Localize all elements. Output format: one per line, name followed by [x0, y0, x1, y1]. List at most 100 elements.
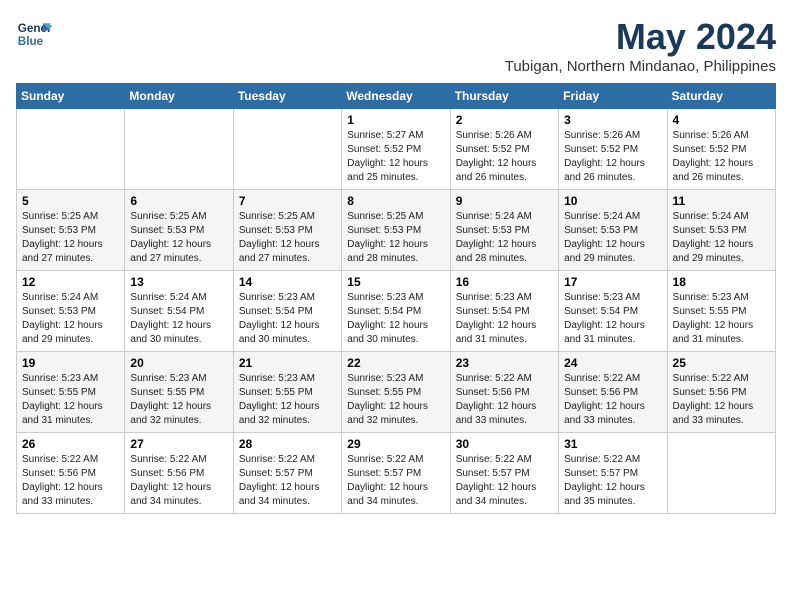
- calendar-cell: [17, 109, 125, 190]
- page-header: General Blue May 2024 Tubigan, Northern …: [16, 16, 776, 75]
- calendar-cell: 16 Sunrise: 5:23 AM Sunset: 5:54 PM Dayli…: [450, 271, 558, 352]
- day-number: 18: [673, 275, 770, 289]
- logo-icon: General Blue: [16, 16, 52, 52]
- calendar-cell: 10Sunrise: 5:24 AM Sunset: 5:53 PM Dayli…: [559, 190, 667, 271]
- header-thursday: Thursday: [450, 84, 558, 109]
- day-info: Sunrise: 5:22 AM Sunset: 5:56 PM Dayligh…: [130, 453, 227, 509]
- svg-text:Blue: Blue: [18, 35, 44, 48]
- header-saturday: Saturday: [667, 84, 775, 109]
- calendar-cell: [667, 433, 775, 514]
- day-info: Sunrise: 5:24 AM Sunset: 5:53 PM Dayligh…: [673, 210, 770, 266]
- day-number: 6: [130, 194, 227, 208]
- calendar-cell: 24 Sunrise: 5:22 AM Sunset: 5:56 PM Dayli…: [559, 352, 667, 433]
- day-number: 20: [130, 356, 227, 370]
- calendar-week-row: 26 Sunrise: 5:22 AM Sunset: 5:56 PM Dayli…: [17, 433, 776, 514]
- day-number: 1: [347, 113, 444, 127]
- day-number: 26: [22, 437, 119, 451]
- calendar-cell: 8 Sunrise: 5:25 AM Sunset: 5:53 PM Daylig…: [342, 190, 450, 271]
- calendar-cell: 14 Sunrise: 5:23 AM Sunset: 5:54 PM Dayli…: [233, 271, 341, 352]
- calendar-cell: 15Sunrise: 5:23 AM Sunset: 5:54 PM Dayli…: [342, 271, 450, 352]
- day-number: 28: [239, 437, 336, 451]
- calendar-cell: 6 Sunrise: 5:25 AM Sunset: 5:53 PM Daylig…: [125, 190, 233, 271]
- header-friday: Friday: [559, 84, 667, 109]
- calendar-cell: 19Sunrise: 5:23 AM Sunset: 5:55 PM Dayli…: [17, 352, 125, 433]
- day-info: Sunrise: 5:27 AM Sunset: 5:52 PM Dayligh…: [347, 129, 444, 185]
- day-info: Sunrise: 5:25 AM Sunset: 5:53 PM Dayligh…: [239, 210, 336, 266]
- calendar-cell: 17Sunrise: 5:23 AM Sunset: 5:54 PM Dayli…: [559, 271, 667, 352]
- day-info: Sunrise: 5:26 AM Sunset: 5:52 PM Dayligh…: [673, 129, 770, 185]
- logo: General Blue: [16, 16, 52, 52]
- day-info: Sunrise: 5:25 AM Sunset: 5:53 PM Dayligh…: [347, 210, 444, 266]
- day-number: 27: [130, 437, 227, 451]
- day-info: Sunrise: 5:22 AM Sunset: 5:56 PM Dayligh…: [456, 372, 553, 428]
- day-number: 25: [673, 356, 770, 370]
- day-info: Sunrise: 5:23 AM Sunset: 5:54 PM Dayligh…: [456, 291, 553, 347]
- day-number: 12: [22, 275, 119, 289]
- day-info: Sunrise: 5:23 AM Sunset: 5:54 PM Dayligh…: [239, 291, 336, 347]
- day-info: Sunrise: 5:22 AM Sunset: 5:56 PM Dayligh…: [564, 372, 661, 428]
- calendar-cell: 26Sunrise: 5:22 AM Sunset: 5:56 PM Dayli…: [17, 433, 125, 514]
- day-info: Sunrise: 5:23 AM Sunset: 5:55 PM Dayligh…: [347, 372, 444, 428]
- calendar-week-row: 5 Sunrise: 5:25 AM Sunset: 5:53 PM Daylig…: [17, 190, 776, 271]
- calendar-cell: 28 Sunrise: 5:22 AM Sunset: 5:57 PM Dayli…: [233, 433, 341, 514]
- day-number: 24: [564, 356, 661, 370]
- calendar-cell: 1 Sunrise: 5:27 AM Sunset: 5:52 PM Daylig…: [342, 109, 450, 190]
- day-number: 21: [239, 356, 336, 370]
- day-number: 8: [347, 194, 444, 208]
- day-info: Sunrise: 5:25 AM Sunset: 5:53 PM Dayligh…: [130, 210, 227, 266]
- calendar-cell: 12Sunrise: 5:24 AM Sunset: 5:53 PM Dayli…: [17, 271, 125, 352]
- day-number: 4: [673, 113, 770, 127]
- day-number: 29: [347, 437, 444, 451]
- calendar-cell: 25 Sunrise: 5:22 AM Sunset: 5:56 PM Dayli…: [667, 352, 775, 433]
- day-info: Sunrise: 5:23 AM Sunset: 5:55 PM Dayligh…: [22, 372, 119, 428]
- day-number: 31: [564, 437, 661, 451]
- calendar-cell: 23 Sunrise: 5:22 AM Sunset: 5:56 PM Dayli…: [450, 352, 558, 433]
- day-info: Sunrise: 5:22 AM Sunset: 5:56 PM Dayligh…: [673, 372, 770, 428]
- calendar-table: SundayMondayTuesdayWednesdayThursdayFrid…: [16, 83, 776, 514]
- day-number: 14: [239, 275, 336, 289]
- title-section: May 2024 Tubigan, Northern Mindanao, Phi…: [505, 16, 776, 75]
- day-info: Sunrise: 5:22 AM Sunset: 5:57 PM Dayligh…: [456, 453, 553, 509]
- calendar-cell: 31 Sunrise: 5:22 AM Sunset: 5:57 PM Dayli…: [559, 433, 667, 514]
- header-monday: Monday: [125, 84, 233, 109]
- day-number: 16: [456, 275, 553, 289]
- day-info: Sunrise: 5:22 AM Sunset: 5:57 PM Dayligh…: [564, 453, 661, 509]
- calendar-week-row: 19Sunrise: 5:23 AM Sunset: 5:55 PM Dayli…: [17, 352, 776, 433]
- calendar-cell: 9Sunrise: 5:24 AM Sunset: 5:53 PM Daylig…: [450, 190, 558, 271]
- day-number: 2: [456, 113, 553, 127]
- calendar-cell: 7 Sunrise: 5:25 AM Sunset: 5:53 PM Daylig…: [233, 190, 341, 271]
- day-number: 5: [22, 194, 119, 208]
- calendar-cell: 13Sunrise: 5:24 AM Sunset: 5:54 PM Dayli…: [125, 271, 233, 352]
- day-number: 7: [239, 194, 336, 208]
- header-sunday: Sunday: [17, 84, 125, 109]
- calendar-cell: 5 Sunrise: 5:25 AM Sunset: 5:53 PM Daylig…: [17, 190, 125, 271]
- day-info: Sunrise: 5:26 AM Sunset: 5:52 PM Dayligh…: [456, 129, 553, 185]
- day-number: 11: [673, 194, 770, 208]
- month-title: May 2024: [505, 16, 776, 58]
- calendar-cell: 29Sunrise: 5:22 AM Sunset: 5:57 PM Dayli…: [342, 433, 450, 514]
- calendar-cell: 27 Sunrise: 5:22 AM Sunset: 5:56 PM Dayli…: [125, 433, 233, 514]
- day-info: Sunrise: 5:22 AM Sunset: 5:57 PM Dayligh…: [239, 453, 336, 509]
- calendar-week-row: 1 Sunrise: 5:27 AM Sunset: 5:52 PM Daylig…: [17, 109, 776, 190]
- day-info: Sunrise: 5:23 AM Sunset: 5:54 PM Dayligh…: [564, 291, 661, 347]
- day-info: Sunrise: 5:23 AM Sunset: 5:55 PM Dayligh…: [673, 291, 770, 347]
- day-number: 22: [347, 356, 444, 370]
- day-info: Sunrise: 5:23 AM Sunset: 5:55 PM Dayligh…: [239, 372, 336, 428]
- calendar-cell: 3Sunrise: 5:26 AM Sunset: 5:52 PM Daylig…: [559, 109, 667, 190]
- day-info: Sunrise: 5:24 AM Sunset: 5:53 PM Dayligh…: [564, 210, 661, 266]
- calendar-cell: 11 Sunrise: 5:24 AM Sunset: 5:53 PM Dayli…: [667, 190, 775, 271]
- day-number: 23: [456, 356, 553, 370]
- calendar-cell: [125, 109, 233, 190]
- calendar-cell: 30 Sunrise: 5:22 AM Sunset: 5:57 PM Dayli…: [450, 433, 558, 514]
- header-tuesday: Tuesday: [233, 84, 341, 109]
- day-info: Sunrise: 5:24 AM Sunset: 5:54 PM Dayligh…: [130, 291, 227, 347]
- day-info: Sunrise: 5:23 AM Sunset: 5:55 PM Dayligh…: [130, 372, 227, 428]
- calendar-cell: 2 Sunrise: 5:26 AM Sunset: 5:52 PM Daylig…: [450, 109, 558, 190]
- calendar-cell: 22 Sunrise: 5:23 AM Sunset: 5:55 PM Dayli…: [342, 352, 450, 433]
- day-info: Sunrise: 5:23 AM Sunset: 5:54 PM Dayligh…: [347, 291, 444, 347]
- day-number: 3: [564, 113, 661, 127]
- calendar-cell: 21 Sunrise: 5:23 AM Sunset: 5:55 PM Dayli…: [233, 352, 341, 433]
- day-info: Sunrise: 5:25 AM Sunset: 5:53 PM Dayligh…: [22, 210, 119, 266]
- day-number: 30: [456, 437, 553, 451]
- calendar-cell: 18 Sunrise: 5:23 AM Sunset: 5:55 PM Dayli…: [667, 271, 775, 352]
